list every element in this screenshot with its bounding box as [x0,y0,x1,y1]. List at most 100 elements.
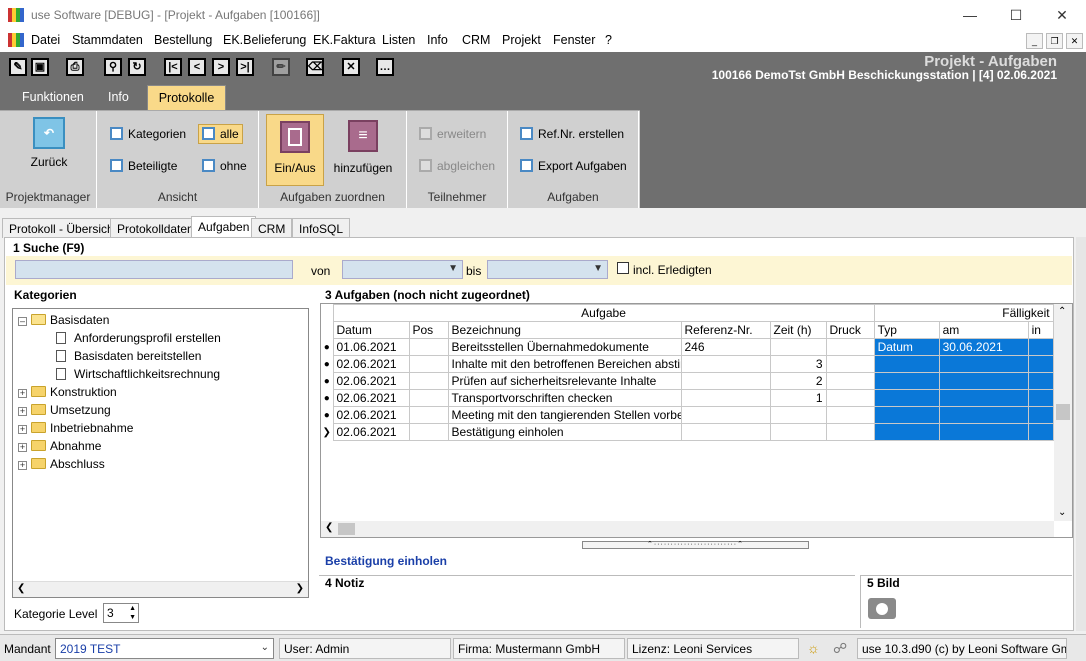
tree-node-konstruktion[interactable]: + Konstruktion [18,385,117,399]
delete-icon[interactable]: ⌫ [306,58,324,76]
table-cell[interactable]: Transportvorschriften checken [447,389,682,407]
table-cell[interactable] [769,338,827,356]
stepper-arrows-icon[interactable]: ▲ ▼ [129,604,136,622]
tree-scrollbar[interactable]: ❮ ❯ [13,581,308,597]
print-icon[interactable]: ⎙ [66,58,84,76]
alle-button[interactable]: alle [198,124,243,144]
table-cell[interactable]: 2 [769,372,827,390]
table-cell[interactable] [825,389,875,407]
table-cell[interactable] [1027,423,1054,441]
menu-stammdaten[interactable]: Stammdaten [72,33,143,47]
menu-crm[interactable]: CRM [462,33,490,47]
menu-listen[interactable]: Listen [382,33,415,47]
table-cell[interactable]: 02.06.2021 [332,406,410,424]
table-cell[interactable] [825,355,875,373]
tree-node-inbetriebnahme[interactable]: + Inbetriebnahme [18,421,133,435]
tree-leaf[interactable]: Basisdaten bereitstellen [56,349,201,363]
scroll-down-icon[interactable]: ⌄ [1058,507,1066,518]
tab-aufgaben[interactable]: Aufgaben [191,216,257,238]
table-row[interactable]: ● 02.06.2021 Transportvorschriften checken… [321,389,1054,407]
next-record-icon[interactable]: > [212,58,230,76]
table-cell[interactable] [1027,406,1054,424]
close-icon[interactable]: ✕ [1039,0,1085,30]
table-cell[interactable] [873,355,940,373]
table-cell[interactable] [680,389,771,407]
expand-icon[interactable]: + [18,389,27,398]
collapse-icon[interactable]: – [18,317,27,326]
table-row[interactable]: ● 02.06.2021 Prüfen auf sicherheitsrelevan… [321,372,1054,390]
table-cell[interactable] [873,406,940,424]
tab-infosql[interactable]: InfoSQL [292,218,351,238]
table-cell[interactable] [680,423,771,441]
table-row[interactable]: ● 01.06.2021 Bereitsstellen Übernahmedokum… [321,338,1054,356]
notiz-panel[interactable] [319,575,855,628]
table-cell[interactable] [873,372,940,390]
tree-leaf[interactable]: Wirtschaftlichkeitsrechnung [56,367,220,381]
expand-icon[interactable]: + [18,461,27,470]
menu-ek-faktura[interactable]: EK.Faktura [313,33,376,47]
table-cell[interactable] [1027,355,1054,373]
table-cell[interactable] [825,372,875,390]
tree-node-abschluss[interactable]: + Abschluss [18,457,105,471]
refresh-icon[interactable]: ↻ [128,58,146,76]
table-cell[interactable]: 01.06.2021 [332,338,410,356]
last-record-icon[interactable]: >| [236,58,254,76]
menu-ek-belieferung[interactable]: EK.Belieferung [223,33,306,47]
table-cell[interactable] [873,389,940,407]
table-cell[interactable]: 02.06.2021 [332,423,410,441]
table-cell[interactable]: 02.06.2021 [332,389,410,407]
scroll-thumb[interactable] [1056,404,1070,420]
table-cell[interactable] [408,338,449,356]
table-cell[interactable] [938,372,1029,390]
scroll-left-icon[interactable]: ❮ [17,583,25,594]
table-cell[interactable] [680,372,771,390]
column-header-referenz[interactable]: Referenz-Nr. [680,321,771,339]
table-cell[interactable] [938,355,1029,373]
tab-info[interactable]: Info [108,90,129,104]
table-cell[interactable] [825,338,875,356]
table-cell[interactable] [408,423,449,441]
tab-protokolldaten[interactable]: Protokolldaten [110,218,201,238]
tree-node-abnahme[interactable]: + Abnahme [18,439,101,453]
column-header-druck[interactable]: Druck [825,321,875,339]
kategorien-button[interactable]: Kategorien [110,127,186,141]
table-cell[interactable] [408,389,449,407]
first-record-icon[interactable]: |< [164,58,182,76]
table-cell[interactable]: 1 [769,389,827,407]
kategorie-level-stepper[interactable]: 3 ▲ ▼ [103,603,139,623]
mdi-restore-icon[interactable]: ❐ [1046,33,1063,49]
table-cell[interactable] [938,389,1029,407]
camera-icon[interactable] [868,598,896,619]
mandant-select[interactable]: 2019 TEST ⌄ [55,638,274,659]
column-header-zeit[interactable]: Zeit (h) [769,321,827,339]
table-cell[interactable] [680,406,771,424]
scroll-thumb[interactable] [338,523,355,535]
table-cell[interactable]: Meeting mit den tangierenden Stellen vor… [447,406,682,424]
column-header-pos[interactable]: Pos [408,321,449,339]
maximize-icon[interactable]: ☐ [993,0,1039,30]
table-cell[interactable] [1027,389,1054,407]
table-cell[interactable] [873,423,940,441]
ein-aus-button[interactable]: Ein/Aus [266,114,324,186]
table-cell[interactable] [408,372,449,390]
menu-projekt[interactable]: Projekt [502,33,541,47]
table-cell[interactable]: Prüfen auf sicherheitsrelevante Inhalte [447,372,682,390]
tree-node-basisdaten[interactable]: – Basisdaten [18,313,109,327]
column-header-in[interactable]: in [1027,321,1054,339]
table-cell[interactable]: 3 [769,355,827,373]
export-button[interactable]: Export Aufgaben [520,159,627,173]
table-cell[interactable] [769,423,827,441]
column-header-bezeichnung[interactable]: Bezeichnung [447,321,682,339]
table-cell[interactable] [825,406,875,424]
column-header-am[interactable]: am [938,321,1029,339]
mdi-close-icon[interactable]: ✕ [1066,33,1083,49]
tab-protokolle[interactable]: Protokolle [147,85,226,111]
table-cell[interactable]: 02.06.2021 [332,372,410,390]
menu-bestellung[interactable]: Bestellung [154,33,212,47]
search-icon[interactable]: ⚲ [104,58,122,76]
table-cell[interactable]: Bestätigung einholen [447,423,682,441]
mdi-minimize-icon[interactable]: _ [1026,33,1043,49]
table-cell[interactable] [938,423,1029,441]
table-cell[interactable]: 246 [680,338,771,356]
column-header-typ[interactable]: Typ [873,321,940,339]
